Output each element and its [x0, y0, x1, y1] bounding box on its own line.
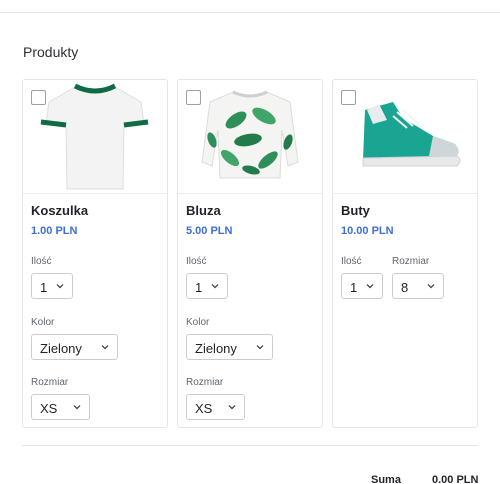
- chevron-down-icon: [256, 345, 264, 350]
- quantity-label: Ilość: [341, 256, 362, 267]
- sum-value: 0.00 PLN: [432, 474, 479, 484]
- product-name: Bluza: [186, 203, 221, 218]
- product-card-bluza: Bluza 5.00 PLN Ilość 1 Kolor Zielony Roz…: [177, 79, 323, 428]
- product-card-koszulka: Koszulka 1.00 PLN Ilość 1 Kolor Zielony …: [22, 79, 168, 428]
- select-product-checkbox[interactable]: [31, 90, 46, 105]
- color-select[interactable]: Zielony: [186, 334, 273, 360]
- product-price: 10.00 PLN: [341, 225, 394, 237]
- chevron-down-icon: [73, 405, 81, 410]
- quantity-label: Ilość: [31, 256, 52, 267]
- product-price: 1.00 PLN: [31, 225, 78, 237]
- select-product-checkbox[interactable]: [186, 90, 201, 105]
- product-name: Buty: [341, 203, 370, 218]
- sum-label: Suma: [371, 474, 401, 484]
- quantity-select[interactable]: 1: [341, 273, 383, 299]
- product-name: Koszulka: [31, 203, 89, 218]
- quantity-value: 1: [195, 280, 203, 295]
- chevron-down-icon: [228, 405, 236, 410]
- color-value: Zielony: [195, 341, 237, 356]
- color-label: Kolor: [31, 317, 55, 328]
- chevron-down-icon: [56, 284, 64, 289]
- size-label: Rozmiar: [31, 377, 69, 388]
- size-select[interactable]: XS: [31, 394, 90, 420]
- quantity-select[interactable]: 1: [31, 273, 73, 299]
- size-label: Rozmiar: [186, 377, 224, 388]
- top-divider: [0, 12, 500, 13]
- size-label: Rozmiar: [392, 256, 430, 267]
- size-value: XS: [195, 401, 213, 416]
- quantity-value: 1: [40, 280, 48, 295]
- size-value: 8: [401, 280, 409, 295]
- color-value: Zielony: [40, 341, 82, 356]
- quantity-value: 1: [350, 280, 358, 295]
- size-select[interactable]: 8: [392, 273, 444, 299]
- chevron-down-icon: [101, 345, 109, 350]
- size-select[interactable]: XS: [186, 394, 245, 420]
- product-price: 5.00 PLN: [186, 225, 233, 237]
- size-value: XS: [40, 401, 58, 416]
- chevron-down-icon: [211, 284, 219, 289]
- summary-divider: [22, 445, 478, 446]
- select-product-checkbox[interactable]: [341, 90, 356, 105]
- quantity-select[interactable]: 1: [186, 273, 228, 299]
- section-title: Produkty: [23, 44, 79, 60]
- chevron-down-icon: [366, 284, 374, 289]
- color-label: Kolor: [186, 317, 210, 328]
- quantity-label: Ilość: [186, 256, 207, 267]
- color-select[interactable]: Zielony: [31, 334, 118, 360]
- chevron-down-icon: [427, 284, 435, 289]
- product-card-buty: Buty 10.00 PLN Ilość 1 Rozmiar 8: [332, 79, 478, 428]
